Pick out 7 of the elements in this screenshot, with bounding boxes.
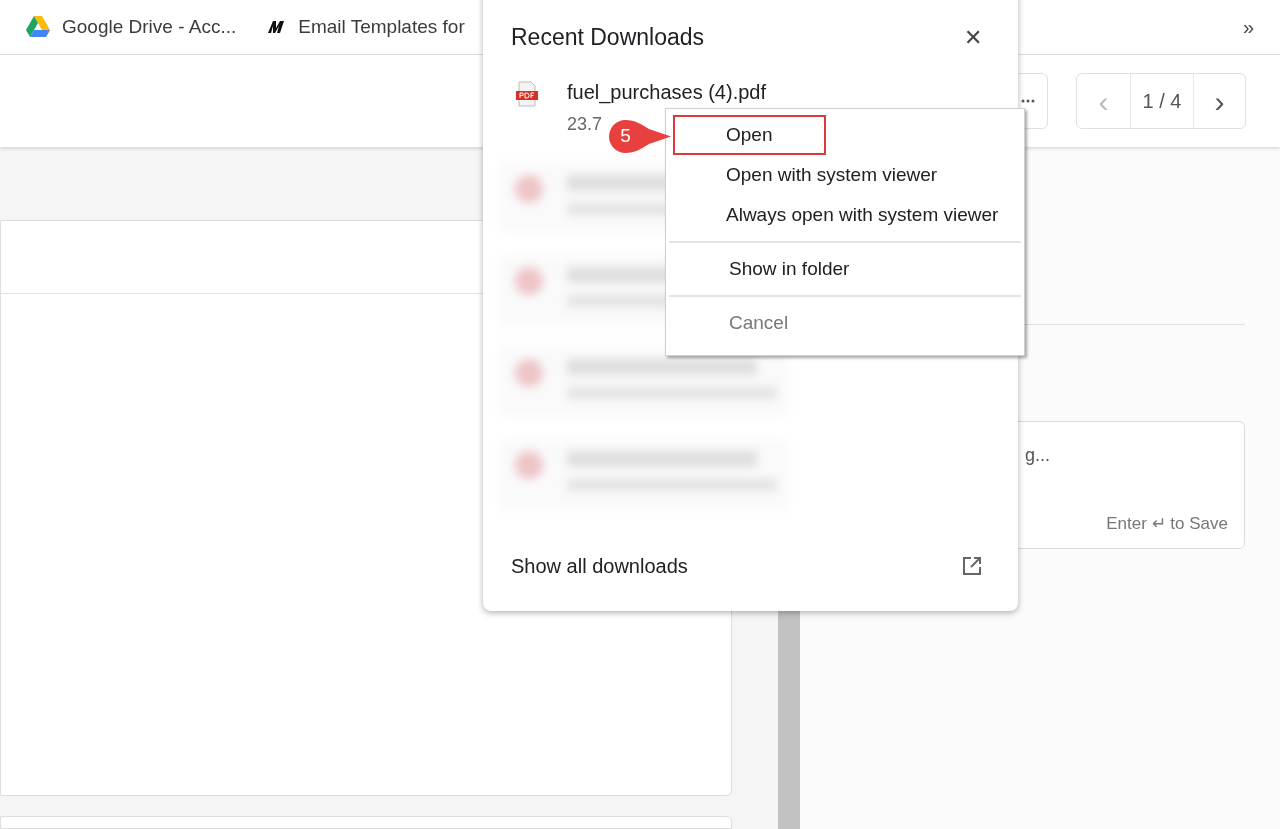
file-name: fuel_purchases (4).pdf: [567, 79, 766, 106]
file-size: 23.7: [567, 112, 603, 136]
step-badge: 5: [609, 120, 671, 153]
save-hint: Enter ↵ to Save: [1106, 512, 1228, 535]
note-placeholder: g...: [1025, 444, 1051, 467]
page-indicator: 1 / 4: [1141, 89, 1183, 114]
popup-title: Recent Downloads: [511, 23, 705, 52]
